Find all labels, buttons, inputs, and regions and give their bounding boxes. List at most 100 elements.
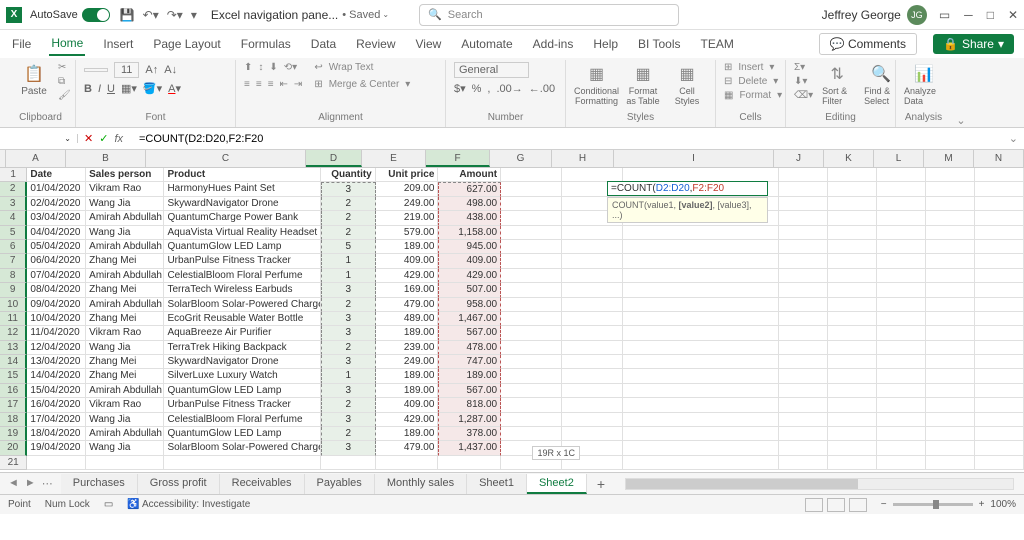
cell[interactable]: 2 <box>321 211 376 225</box>
cell[interactable] <box>779 298 828 312</box>
cell[interactable] <box>926 211 975 225</box>
row-header-19[interactable]: 19 <box>0 427 27 441</box>
search-input[interactable]: 🔍 Search <box>419 4 679 26</box>
cell[interactable]: 03/04/2020 <box>27 211 86 225</box>
cell[interactable] <box>877 355 926 369</box>
cell[interactable] <box>926 326 975 340</box>
col-header-M[interactable]: M <box>924 150 974 167</box>
cell[interactable] <box>321 456 376 470</box>
underline-icon[interactable]: U <box>107 83 115 95</box>
number-format-select[interactable]: General <box>454 62 529 78</box>
ribbon-display-icon[interactable]: ▭ <box>939 8 950 22</box>
cell[interactable]: 1,467.00 <box>438 312 501 326</box>
cell[interactable] <box>877 168 926 182</box>
formula-expand-icon[interactable]: ⌄ <box>1003 132 1024 145</box>
decrease-font-icon[interactable]: A↓ <box>164 64 177 76</box>
cell[interactable] <box>779 211 828 225</box>
sheet-tab-receivables[interactable]: Receivables <box>220 474 305 494</box>
border-icon[interactable]: ▦▾ <box>121 82 137 95</box>
cell[interactable] <box>164 456 320 470</box>
cell[interactable]: 209.00 <box>376 182 439 196</box>
increase-decimal-icon[interactable]: .00→ <box>496 83 522 95</box>
cell[interactable] <box>779 369 828 383</box>
align-top-icon[interactable]: ⬆ <box>244 62 252 73</box>
cell[interactable]: 489.00 <box>376 312 439 326</box>
cell[interactable]: Wang Jia <box>86 413 164 427</box>
italic-icon[interactable]: I <box>98 83 101 95</box>
cell[interactable]: 498.00 <box>438 197 501 211</box>
cell[interactable]: Zhang Mei <box>86 254 164 268</box>
cell[interactable] <box>501 326 562 340</box>
cell[interactable]: 189.00 <box>376 326 439 340</box>
floating-formula-editor[interactable]: =COUNT(D2:D20,F2:F20 COUNT(value1, [valu… <box>607 181 768 223</box>
tab-help[interactable]: Help <box>591 33 620 55</box>
clear-icon[interactable]: ⌫▾ <box>794 90 813 101</box>
fx-icon[interactable]: fx <box>114 133 123 145</box>
cell[interactable]: 1 <box>321 269 376 283</box>
cell[interactable]: Amirah Abdullah <box>86 240 164 254</box>
cell[interactable] <box>562 283 623 297</box>
sheet-tab-sheet1[interactable]: Sheet1 <box>467 474 527 494</box>
cell[interactable] <box>877 398 926 412</box>
cell[interactable] <box>877 413 926 427</box>
zoom-out-icon[interactable]: − <box>881 499 887 510</box>
cell[interactable]: 567.00 <box>438 326 501 340</box>
cell[interactable] <box>877 369 926 383</box>
fill-icon[interactable]: ⬇▾ <box>794 76 813 87</box>
horizontal-scrollbar[interactable] <box>625 478 1014 490</box>
toggle-on-icon[interactable] <box>82 8 110 22</box>
tab-bitools[interactable]: BI Tools <box>636 33 682 55</box>
col-header-C[interactable]: C <box>146 150 306 167</box>
cell[interactable]: 189.00 <box>376 384 439 398</box>
cell[interactable]: 409.00 <box>438 254 501 268</box>
cell[interactable] <box>926 413 975 427</box>
row-header-13[interactable]: 13 <box>0 341 27 355</box>
cell[interactable] <box>926 427 975 441</box>
cell[interactable]: 1,287.00 <box>438 413 501 427</box>
cell[interactable] <box>828 413 877 427</box>
cell[interactable] <box>975 413 1024 427</box>
cell[interactable] <box>877 211 926 225</box>
cell[interactable]: AquaVista Virtual Reality Headset <box>164 226 320 240</box>
cell[interactable]: 12/04/2020 <box>27 341 86 355</box>
cell[interactable]: 5 <box>321 240 376 254</box>
cell[interactable] <box>828 182 877 196</box>
view-break-icon[interactable] <box>849 498 867 512</box>
cell-header-product[interactable]: Product <box>164 168 320 182</box>
cell[interactable] <box>501 369 562 383</box>
increase-font-icon[interactable]: A↑ <box>145 64 158 76</box>
cell[interactable]: 2 <box>321 341 376 355</box>
cell[interactable]: 747.00 <box>438 355 501 369</box>
tab-page-layout[interactable]: Page Layout <box>151 33 222 55</box>
cell[interactable] <box>877 197 926 211</box>
cell[interactable]: SolarBloom Solar-Powered Charger <box>164 441 320 455</box>
cell[interactable] <box>828 326 877 340</box>
cell[interactable] <box>926 341 975 355</box>
tab-automate[interactable]: Automate <box>459 33 514 55</box>
cell[interactable]: Amirah Abdullah <box>86 384 164 398</box>
cell[interactable] <box>877 312 926 326</box>
autosum-icon[interactable]: Σ▾ <box>794 62 813 73</box>
share-button[interactable]: 🔒 Share ▾ <box>933 34 1014 54</box>
sort-filter-button[interactable]: ⇅Sort & Filter <box>817 62 857 108</box>
cell[interactable]: EcoGrit Reusable Water Bottle <box>164 312 320 326</box>
cell[interactable] <box>828 355 877 369</box>
cell[interactable] <box>828 369 877 383</box>
cell[interactable] <box>975 456 1024 470</box>
format-as-table-button[interactable]: ▦Format as Table <box>623 62 663 108</box>
cell[interactable] <box>501 240 562 254</box>
cell[interactable] <box>779 427 828 441</box>
cell[interactable] <box>828 427 877 441</box>
cell[interactable] <box>926 298 975 312</box>
cell[interactable] <box>623 326 779 340</box>
col-header-N[interactable]: N <box>974 150 1024 167</box>
cell[interactable]: 10/04/2020 <box>27 312 86 326</box>
namebox-dropdown-icon[interactable]: ⌄ <box>64 134 71 143</box>
cell[interactable] <box>376 456 439 470</box>
conditional-formatting-button[interactable]: ▦Conditional Formatting <box>574 62 619 108</box>
cell[interactable]: SolarBloom Solar-Powered Charger <box>164 298 320 312</box>
cell[interactable]: Zhang Mei <box>86 283 164 297</box>
cell[interactable] <box>877 441 926 455</box>
cell[interactable] <box>975 369 1024 383</box>
cell[interactable] <box>877 341 926 355</box>
